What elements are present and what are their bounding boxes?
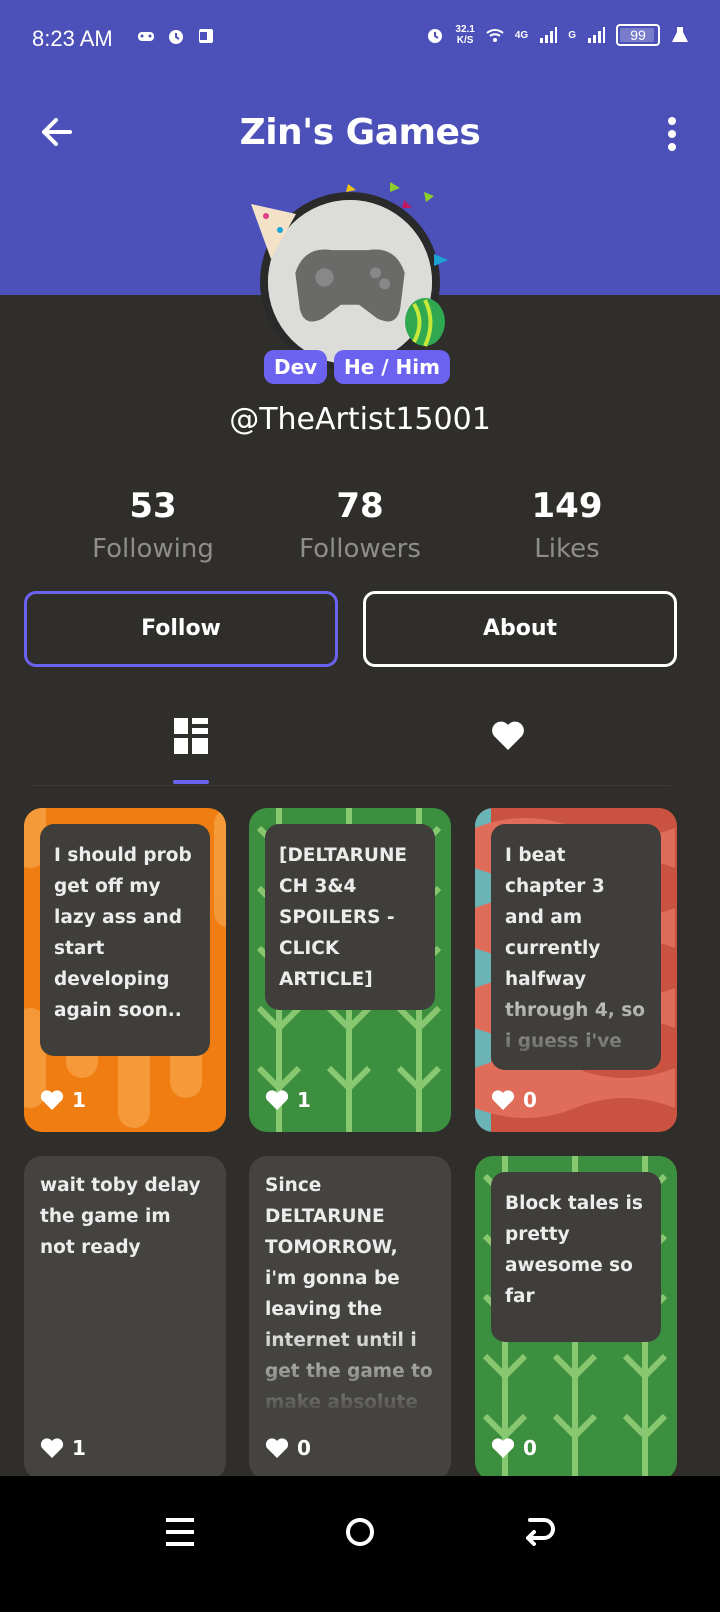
post-text-box: wait toby delay the game im not ready [24, 1156, 226, 1277]
post-text: [DELTARUNE CH 3&4 SPOILERS - CLICK ARTIC… [279, 845, 408, 990]
badge-pronouns: He / Him [334, 350, 450, 384]
system-back-icon[interactable] [520, 1512, 560, 1552]
like-count: 1 [72, 1088, 86, 1112]
post-card[interactable]: I should prob get off my lazy ass and st… [24, 808, 226, 1132]
profile-tabs [30, 700, 670, 786]
like-count: 0 [523, 1436, 537, 1460]
text-fade [249, 1328, 451, 1418]
active-tab-indicator [173, 780, 209, 784]
system-navigation-bar [0, 1476, 720, 1612]
post-text: I should prob get off my lazy ass and st… [54, 845, 192, 1021]
status-notification-icons [136, 26, 216, 46]
like-count: 1 [72, 1436, 86, 1460]
heart-icon [40, 1438, 64, 1458]
battery-indicator: 99 [616, 24, 660, 46]
signal-icon-2 [588, 27, 605, 43]
stat-following-label: Following [92, 534, 214, 564]
tab-likes-heart-icon[interactable] [488, 700, 528, 786]
post-likes: 1 [265, 1088, 311, 1112]
recent-apps-icon[interactable] [160, 1512, 200, 1552]
page-title: Zin's Games [239, 112, 481, 153]
signal-icon-1 [540, 27, 558, 43]
heart-icon [491, 1090, 515, 1110]
profile-stats: 53 Following 78 Followers 149 Likes [58, 486, 662, 564]
stat-following[interactable]: 53 Following [58, 486, 248, 564]
network-type-2: G [568, 29, 576, 41]
badge-dev: Dev [264, 350, 328, 384]
heart-icon [491, 1438, 515, 1458]
post-card[interactable]: [DELTARUNE CH 3&4 SPOILERS - CLICK ARTIC… [249, 808, 451, 1132]
post-card[interactable]: wait toby delay the game im not ready 1 [24, 1156, 226, 1480]
username: @TheArtist15001 [229, 402, 491, 437]
alarm-icon [169, 30, 183, 44]
post-card[interactable]: Since DELTARUNE TOMORROW, i'm gonna be l… [249, 1156, 451, 1480]
follow-button[interactable]: Follow [24, 591, 338, 667]
balloon-icon [405, 298, 445, 347]
heart-icon [40, 1090, 64, 1110]
wifi-icon [486, 29, 504, 42]
tab-posts-grid-icon[interactable] [172, 700, 212, 786]
network-speed: 32.1 K/S [455, 24, 475, 46]
outlook-icon [199, 29, 213, 43]
status-system-icons: 32.1 K/S 4G G 99 [425, 24, 690, 46]
like-count: 0 [523, 1088, 537, 1112]
heart-icon [265, 1438, 289, 1458]
post-text-box: I should prob get off my lazy ass and st… [40, 824, 210, 1056]
post-likes: 1 [40, 1088, 86, 1112]
status-time: 8:23 AM [32, 26, 113, 51]
post-likes: 1 [40, 1436, 86, 1460]
alarm-status-icon [428, 29, 443, 43]
text-fade [491, 980, 661, 1070]
post-text: wait toby delay the game im not ready [40, 1175, 201, 1258]
post-text-box: Block tales is pretty awesome so far [491, 1172, 661, 1342]
like-count: 0 [297, 1436, 311, 1460]
stat-likes-label: Likes [534, 534, 600, 564]
stat-following-count: 53 [129, 486, 177, 526]
post-card[interactable]: Block tales is pretty awesome so far 0 [475, 1156, 677, 1480]
more-options-icon[interactable] [664, 116, 680, 152]
heart-icon [265, 1090, 289, 1110]
stat-followers-count: 78 [336, 486, 384, 526]
post-text-box: [DELTARUNE CH 3&4 SPOILERS - CLICK ARTIC… [265, 824, 435, 1010]
flask-icon [672, 27, 688, 42]
post-likes: 0 [265, 1436, 311, 1460]
post-likes: 0 [491, 1436, 537, 1460]
stat-followers[interactable]: 78 Followers [265, 486, 455, 564]
post-likes: 0 [491, 1088, 537, 1112]
post-card[interactable]: I beat chapter 3 and am currently halfwa… [475, 808, 677, 1132]
post-text-box: I beat chapter 3 and am currently halfwa… [491, 824, 661, 1070]
gamepad-icon [138, 32, 154, 41]
home-icon[interactable] [340, 1512, 380, 1552]
about-button[interactable]: About [363, 591, 677, 667]
like-count: 1 [297, 1088, 311, 1112]
status-bar: 8:23 AM 32.1 K/S 4G G 99 [0, 0, 720, 80]
confetti-icon [346, 182, 448, 266]
stat-likes-count: 149 [531, 486, 603, 526]
stat-likes[interactable]: 149 Likes [472, 486, 662, 564]
stat-followers-label: Followers [299, 534, 421, 564]
network-type-1: 4G [514, 29, 529, 41]
post-text-box: Since DELTARUNE TOMORROW, i'm gonna be l… [249, 1156, 451, 1418]
post-text: Block tales is pretty awesome so far [505, 1193, 643, 1307]
